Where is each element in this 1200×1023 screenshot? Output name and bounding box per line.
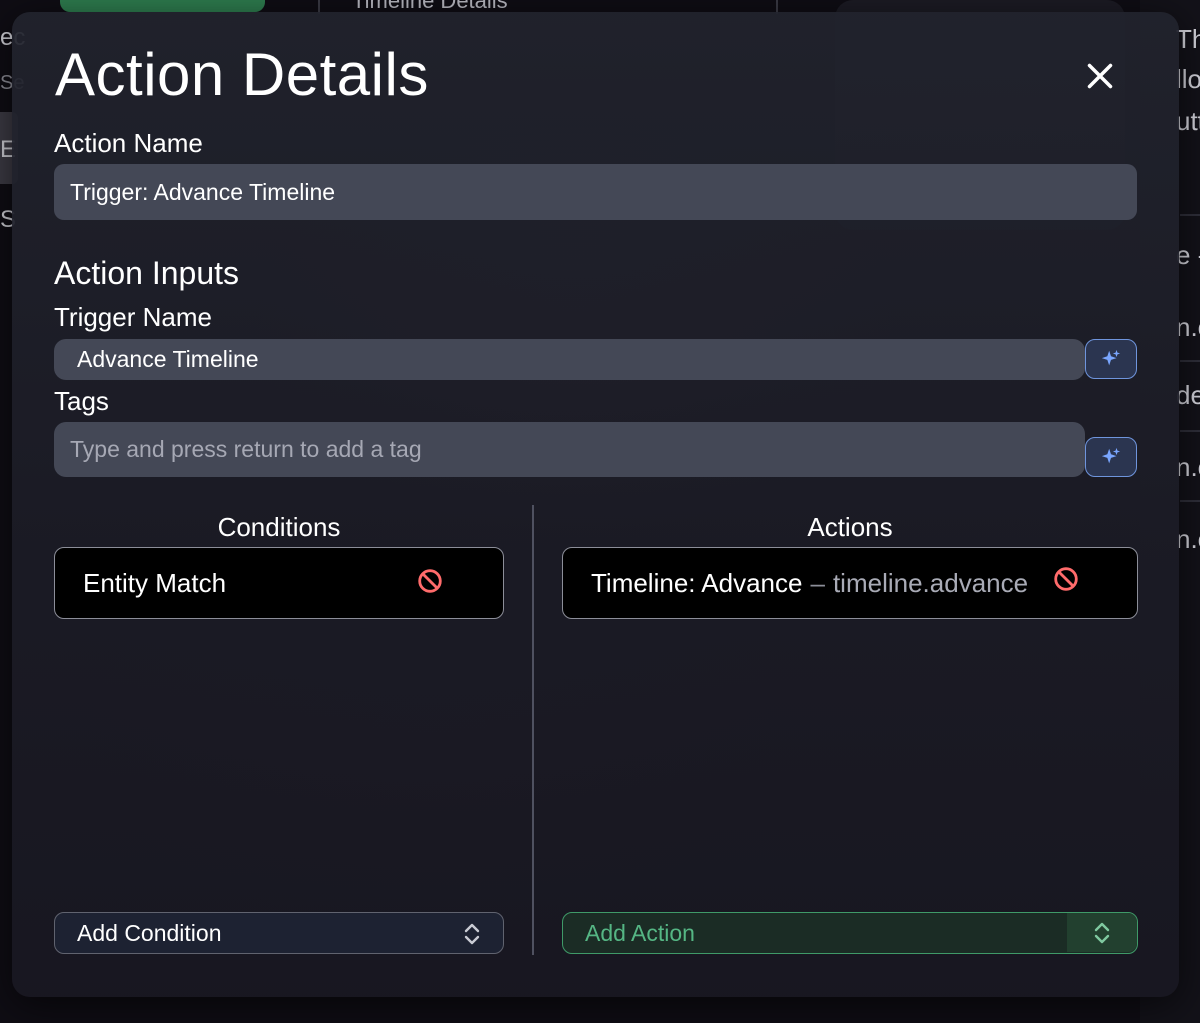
- sparkle-icon: [1101, 349, 1121, 366]
- add-condition-select[interactable]: Add Condition: [54, 912, 504, 954]
- trigger-name-label: Trigger Name: [54, 302, 212, 332]
- trigger-name-sparkle-button[interactable]: [1085, 339, 1137, 379]
- background-divider: [1180, 500, 1200, 502]
- conditions-heading: Conditions: [217, 512, 341, 542]
- background-right-text: n.c: [1176, 312, 1200, 342]
- background-right-text: e -: [1176, 240, 1200, 270]
- column-divider: [532, 505, 534, 955]
- background-divider: [1180, 214, 1200, 216]
- background-green-tab: [60, 0, 265, 12]
- background-right-text: n.c: [1176, 524, 1200, 554]
- close-icon: [1087, 63, 1113, 89]
- modal-title: Action Details: [55, 41, 429, 108]
- trigger-name-input[interactable]: [54, 339, 1085, 380]
- background-right-text: utt: [1176, 106, 1200, 136]
- action-item-id: timeline.advance: [832, 567, 1029, 598]
- no-entry-icon[interactable]: [1053, 566, 1079, 592]
- add-condition-label: Add Condition: [77, 919, 222, 946]
- background-divider: [1180, 360, 1200, 362]
- background-right-text: llo: [1176, 64, 1200, 94]
- condition-item[interactable]: Entity Match: [54, 547, 504, 619]
- tags-label: Tags: [54, 386, 109, 416]
- action-name-label: Action Name: [54, 128, 203, 158]
- background-right-text: Th: [1176, 24, 1200, 54]
- add-action-label: Add Action: [585, 919, 695, 946]
- sparkle-icon: [1101, 447, 1121, 464]
- background-divider: [1180, 430, 1200, 432]
- action-details-modal: Action Details Action Name Action Inputs…: [12, 12, 1179, 997]
- action-item-label: Timeline: Advance: [591, 567, 803, 598]
- action-name-input[interactable]: [54, 164, 1137, 220]
- chevron-up-down-icon: [464, 923, 480, 945]
- action-item[interactable]: Timeline: Advance – timeline.advance: [562, 547, 1138, 619]
- background-right-text: n.c: [1176, 452, 1200, 482]
- background-right-text: de: [1176, 380, 1200, 410]
- tags-sparkle-button[interactable]: [1085, 437, 1137, 477]
- tags-input[interactable]: [54, 422, 1085, 477]
- add-action-select[interactable]: Add Action: [562, 912, 1138, 954]
- chevron-up-down-icon: [1094, 922, 1110, 943]
- action-inputs-heading: Action Inputs: [54, 255, 239, 291]
- action-item-separator: –: [810, 567, 825, 598]
- no-entry-icon[interactable]: [417, 568, 443, 594]
- actions-heading: Actions: [807, 512, 893, 542]
- close-button[interactable]: [1080, 56, 1120, 96]
- add-action-chevron-button[interactable]: [1067, 913, 1137, 952]
- condition-item-label: Entity Match: [83, 567, 227, 598]
